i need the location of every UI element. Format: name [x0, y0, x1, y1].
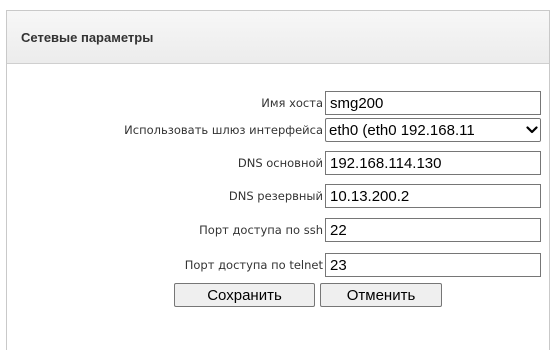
hostname-label: Имя хоста: [261, 96, 323, 110]
gateway-row: Использовать шлюз интерфейса eth0 (eth0 …: [7, 117, 541, 143]
gateway-select[interactable]: eth0 (eth0 192.168.11: [325, 118, 541, 142]
ssh-port-input[interactable]: 22: [325, 218, 541, 242]
dns-primary-label: DNS основной: [237, 156, 323, 170]
gateway-label: Использовать шлюз интерфейса: [124, 123, 323, 137]
dns-primary-row: DNS основной 192.168.114.130: [7, 150, 541, 176]
cancel-button[interactable]: Отменить: [320, 283, 442, 307]
telnet-port-label: Порт доступа по telnet: [184, 258, 323, 272]
telnet-port-row: Порт доступа по telnet 23: [7, 252, 541, 278]
hostname-row: Имя хоста smg200: [7, 90, 541, 116]
page: Сетевые параметры Имя хоста smg200 Испол…: [0, 0, 560, 350]
panel-header: Сетевые параметры: [7, 11, 549, 64]
save-button[interactable]: Сохранить: [174, 283, 315, 307]
gateway-select-value: eth0 (eth0 192.168.11: [329, 121, 475, 139]
chevron-down-icon: [524, 119, 540, 141]
hostname-input[interactable]: smg200: [325, 91, 541, 115]
telnet-port-input[interactable]: 23: [325, 253, 541, 277]
network-settings-panel: Сетевые параметры Имя хоста smg200 Испол…: [6, 10, 550, 350]
panel-title: Сетевые параметры: [21, 29, 154, 45]
dns-secondary-input[interactable]: 10.13.200.2: [325, 184, 541, 208]
ssh-port-row: Порт доступа по ssh 22: [7, 217, 541, 243]
dns-secondary-row: DNS резервный 10.13.200.2: [7, 183, 541, 209]
dns-primary-input[interactable]: 192.168.114.130: [325, 151, 541, 175]
dns-secondary-label: DNS резервный: [228, 189, 323, 203]
ssh-port-label: Порт доступа по ssh: [199, 223, 323, 237]
